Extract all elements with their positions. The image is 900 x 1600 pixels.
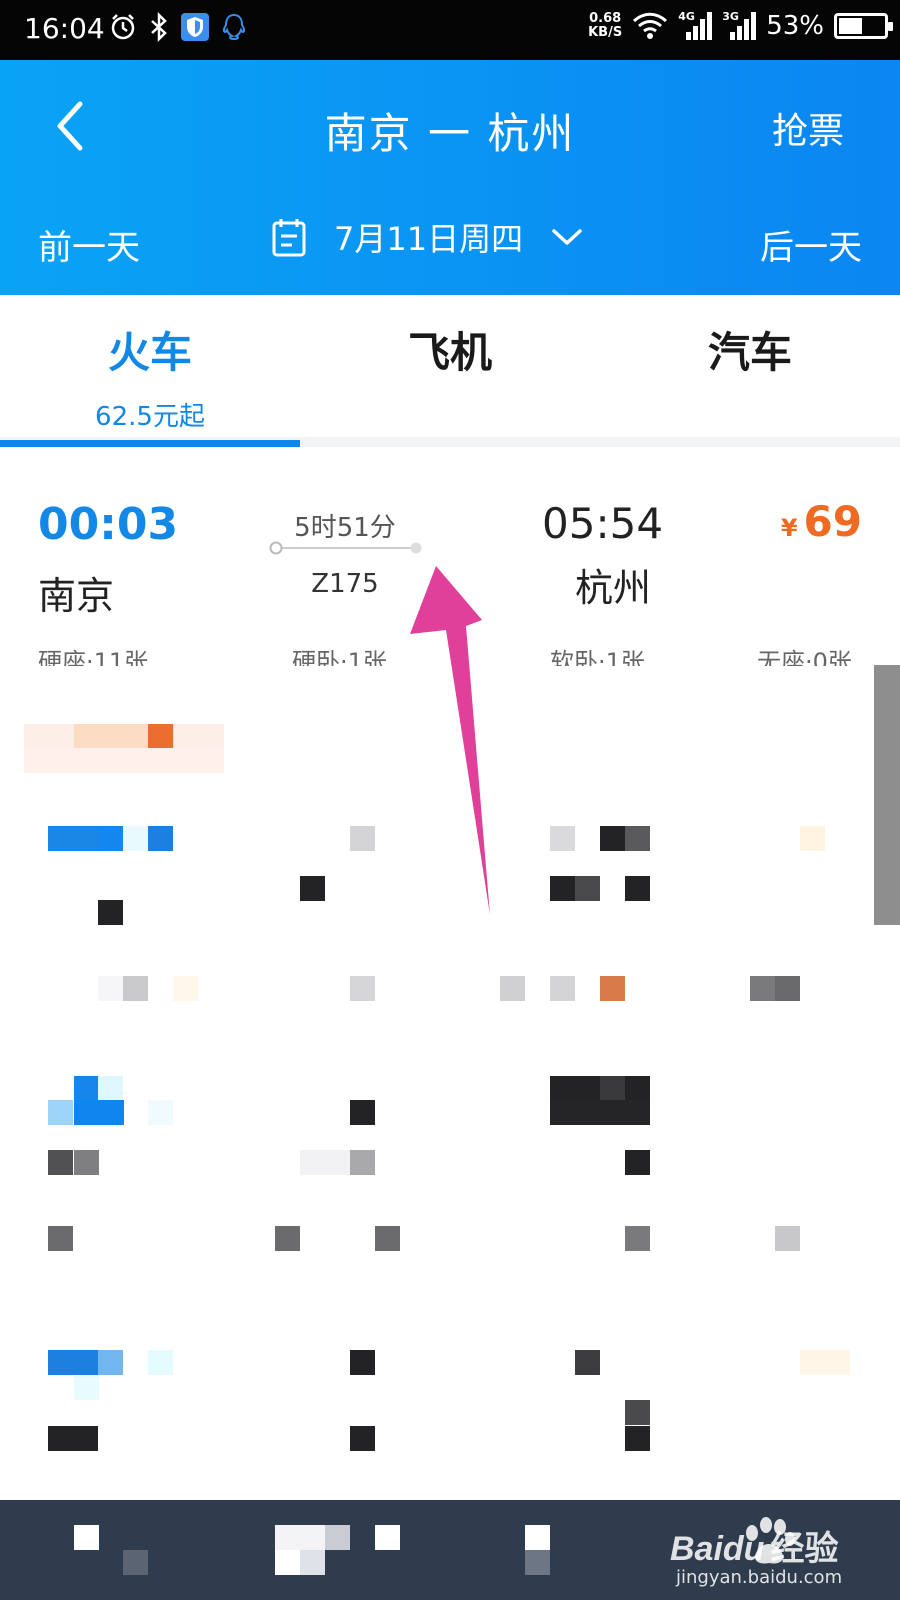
tab-plane[interactable]: 飞机 — [300, 319, 600, 380]
depart-station: 南京 — [38, 574, 115, 618]
tab-bus[interactable]: 汽车 — [600, 319, 900, 380]
signal-3g-bars-icon — [730, 12, 757, 40]
next-day-button[interactable]: 后一天 — [760, 220, 862, 269]
depart-time: 00:03 — [38, 499, 179, 550]
tab-train-label: 火车 — [107, 328, 192, 377]
train-list: 00:03 南京 5时51分 Z175 05:54 杭州 ¥69 硬座·11张 … — [0, 457, 900, 1500]
watermark: Baidu 经验 jingyan.baidu.com — [670, 1505, 870, 1595]
watermark-url: jingyan.baidu.com — [676, 1567, 843, 1588]
scrollbar[interactable] — [874, 665, 900, 925]
wifi-icon — [633, 12, 668, 39]
network-speed-value: 0.68 — [589, 11, 622, 26]
arrive-time: 05:54 — [542, 499, 664, 548]
ticket-price: ¥69 — [781, 497, 862, 546]
train-number: Z175 — [311, 569, 379, 599]
battery-icon — [834, 13, 893, 39]
network-speed-unit: KB/S — [588, 25, 623, 40]
watermark-product: 经验 — [770, 1530, 839, 1568]
network-speed: 0.68 KB/S — [588, 12, 622, 40]
battery-percent: 53% — [766, 11, 824, 41]
date-selector[interactable]: 7月11日周四 — [272, 214, 583, 260]
battery-fill — [839, 18, 862, 34]
shield-icon — [181, 13, 209, 41]
tab-train-min-price: 62.5元起 — [95, 402, 205, 432]
seat-hard-sleeper: 硬卧·1张 — [292, 648, 387, 666]
status-notification-icons — [108, 12, 248, 42]
arrive-station: 杭州 — [575, 566, 652, 610]
price-currency: ¥ — [780, 514, 798, 542]
tab-bus-label: 汽车 — [707, 328, 792, 377]
grab-ticket-button[interactable]: 抢票 — [772, 102, 844, 154]
watermark-brand: Baidu 经验 — [670, 1521, 838, 1570]
status-time: 16:04 — [24, 12, 105, 45]
watermark-brand-text: Baidu — [670, 1530, 765, 1568]
signal-4g-bars-icon — [686, 12, 713, 40]
train-item[interactable]: 00:03 南京 5时51分 Z175 05:54 杭州 ¥69 硬座·11张 … — [0, 457, 900, 672]
seat-hard-seat: 硬座·11张 — [38, 648, 149, 666]
status-bar: 16:04 0.68 KB/S 4G 3G 53% — [0, 0, 900, 60]
tab-plane-label: 飞机 — [407, 328, 492, 377]
status-system-icons: 0.68 KB/S 4G 3G 53% — [588, 10, 893, 42]
qq-icon — [222, 13, 246, 41]
calendar-icon — [272, 219, 306, 257]
selected-date: 7月11日周四 — [334, 220, 524, 258]
signal-4g: 4G — [678, 10, 713, 42]
price-value: 69 — [803, 497, 862, 546]
seat-soft-sleeper: 软卧·1张 — [550, 648, 645, 666]
transport-tabs: 火车 62.5元起 飞机 汽车 — [0, 295, 900, 447]
seat-standing: 无座·0张 — [757, 648, 852, 666]
bluetooth-icon — [151, 12, 167, 42]
signal-3g: 3G — [722, 10, 757, 42]
alarm-icon — [111, 14, 135, 40]
travel-duration: 5时51分 — [294, 513, 396, 543]
chevron-down-icon — [552, 229, 582, 245]
prev-day-button[interactable]: 前一天 — [38, 220, 140, 269]
tab-train[interactable]: 火车 62.5元起 — [0, 319, 300, 433]
seat-availability: 硬座·11张 硬卧·1张 软卧·1张 无座·0张 — [0, 642, 900, 666]
route-header: 南京 一 杭州 抢票 前一天 7月11日周四 后一天 — [0, 60, 900, 295]
page-title: 南京 一 杭州 — [324, 109, 576, 158]
route-line-icon — [269, 541, 422, 555]
active-tab-indicator — [0, 440, 300, 447]
